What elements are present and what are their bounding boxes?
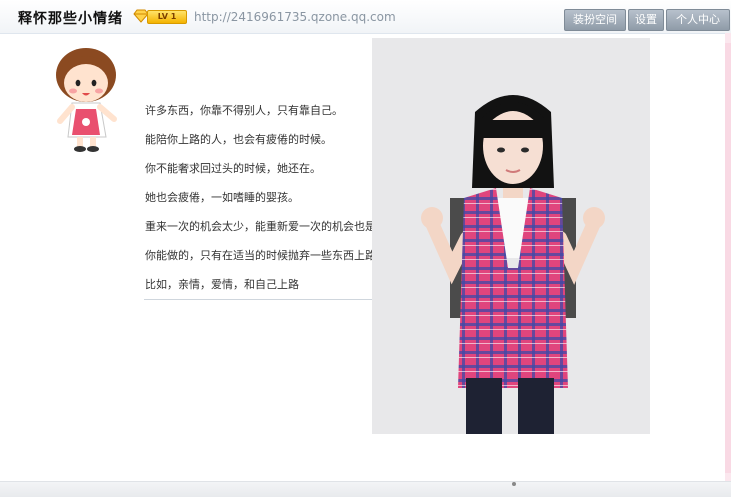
level-label: LV 1 [147,10,187,24]
scrollbar[interactable] [725,33,731,483]
space-url[interactable]: http://2416961735.qzone.qq.com [194,10,396,24]
mascot-girl-icon [56,48,117,152]
personal-center-button[interactable]: 个人中心 [666,9,730,31]
bottom-bar [0,481,731,497]
indicator-dot [512,482,516,486]
top-bar: 释怀那些小情绪 LV 1 http://2416961735.qzone.qq.… [0,0,731,34]
scrollbar-thumb[interactable] [725,43,731,473]
photo-image[interactable] [372,38,650,434]
dress-space-button[interactable]: 装扮空间 [564,9,626,31]
settings-button[interactable]: 设置 [628,9,664,31]
level-badge[interactable]: LV 1 [133,9,187,24]
space-title[interactable]: 释怀那些小情绪 [18,8,123,28]
